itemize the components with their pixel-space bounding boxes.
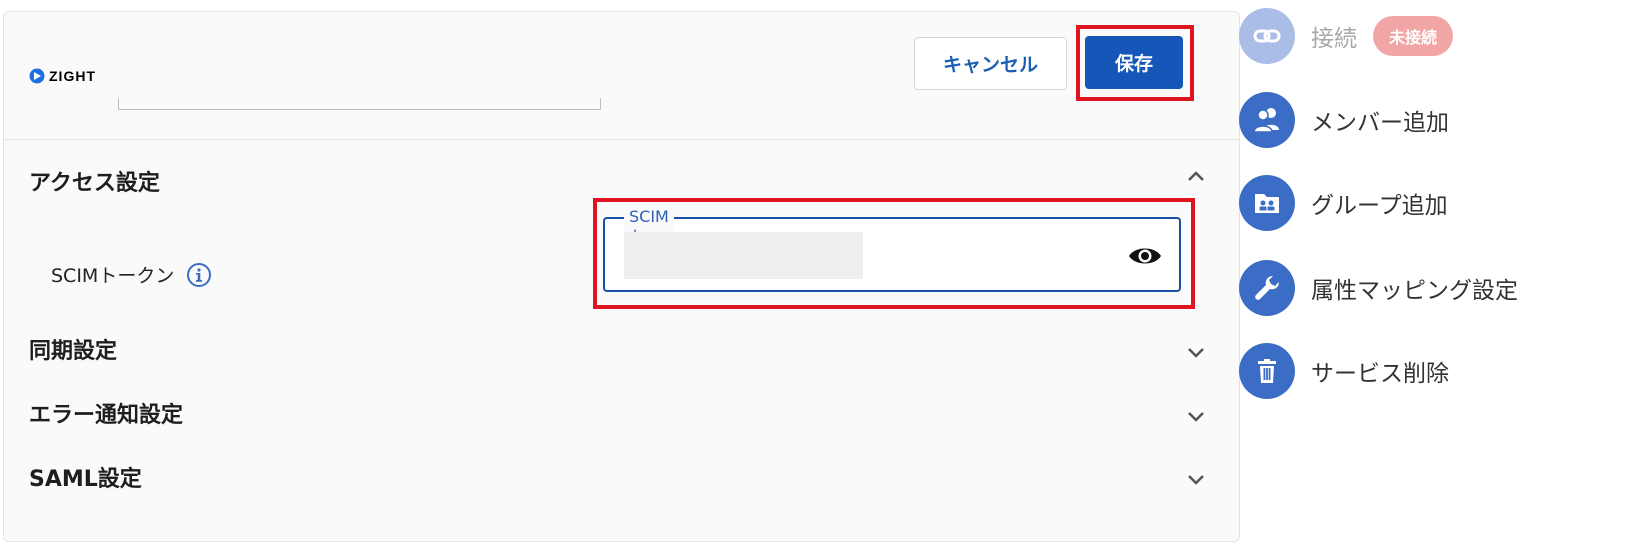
service-sidebar: 接続 未接続 メンバー追加 グループ追加 属性マッピング設定 サービス削除 bbox=[1239, 0, 1618, 535]
zight-logo-icon bbox=[29, 68, 45, 84]
sidebar-item-add-group[interactable]: グループ追加 bbox=[1239, 175, 1448, 231]
chevron-down-icon[interactable] bbox=[1184, 404, 1208, 428]
zight-logo: ZIGHT bbox=[29, 68, 96, 84]
group-folder-icon bbox=[1239, 175, 1295, 231]
save-button[interactable]: 保存 bbox=[1085, 36, 1183, 89]
sidebar-item-attribute-mapping[interactable]: 属性マッピング設定 bbox=[1239, 260, 1518, 316]
scim-token-masked-value[interactable] bbox=[624, 232, 863, 279]
section-sync-settings[interactable]: 同期設定 bbox=[29, 333, 117, 365]
scim-token-row-label: SCIMトークン bbox=[51, 261, 212, 288]
sidebar-item-label: 属性マッピング設定 bbox=[1311, 278, 1518, 304]
sidebar-item-label: メンバー追加 bbox=[1311, 110, 1449, 136]
sidebar-item-add-member[interactable]: メンバー追加 bbox=[1239, 92, 1449, 148]
visibility-eye-icon[interactable] bbox=[1127, 243, 1163, 269]
chevron-up-icon[interactable] bbox=[1184, 165, 1208, 189]
section-access-settings[interactable]: アクセス設定 bbox=[29, 165, 160, 197]
trash-icon bbox=[1239, 343, 1295, 399]
cancel-button[interactable]: キャンセル bbox=[914, 37, 1067, 90]
sidebar-item-connect[interactable]: 接続 未接続 bbox=[1239, 8, 1454, 64]
sidebar-item-delete-service[interactable]: サービス削除 bbox=[1239, 343, 1449, 399]
sidebar-item-label: 接続 bbox=[1311, 26, 1357, 52]
service-name-input[interactable] bbox=[118, 98, 601, 110]
chevron-down-icon[interactable] bbox=[1184, 467, 1208, 491]
sidebar-item-label: サービス削除 bbox=[1311, 361, 1449, 387]
scim-token-label: SCIMトークン bbox=[51, 265, 175, 287]
logo-text: ZIGHT bbox=[49, 68, 96, 84]
section-saml-settings[interactable]: SAML設定 bbox=[29, 461, 142, 493]
section-error-notification-settings[interactable]: エラー通知設定 bbox=[29, 397, 183, 429]
chevron-down-icon[interactable] bbox=[1184, 340, 1208, 364]
sidebar-item-label: グループ追加 bbox=[1311, 193, 1448, 219]
people-icon bbox=[1239, 92, 1295, 148]
info-icon[interactable] bbox=[186, 262, 212, 288]
wrench-icon bbox=[1239, 260, 1295, 316]
status-badge: 未接続 bbox=[1373, 16, 1454, 56]
link-icon bbox=[1239, 8, 1295, 64]
